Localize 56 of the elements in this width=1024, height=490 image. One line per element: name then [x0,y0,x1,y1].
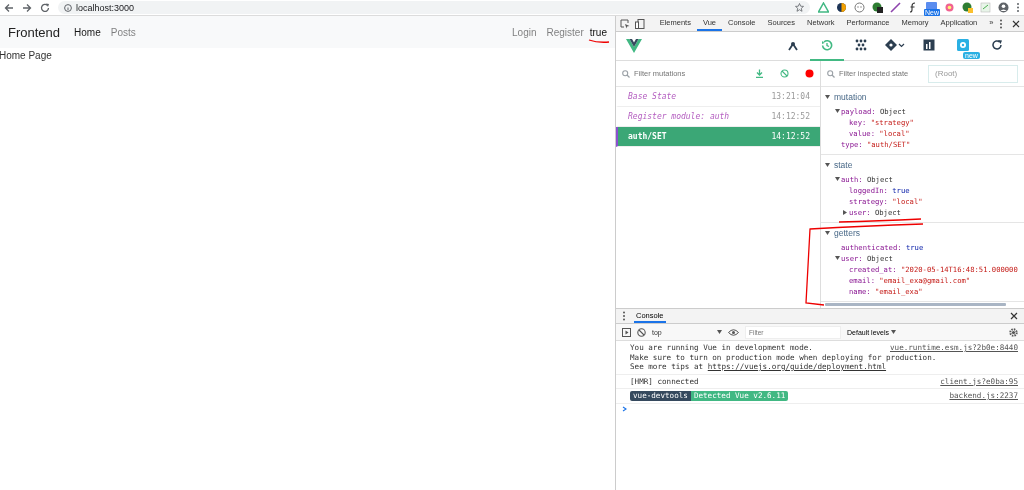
section-title[interactable]: getters [834,228,860,238]
chart-icon[interactable] [923,39,935,51]
address-bar[interactable]: localhost:3000 [58,1,810,14]
inspect-element-icon[interactable] [620,18,630,29]
settings-icon[interactable] [1009,327,1018,337]
more-menu-icon[interactable] [622,311,626,321]
diamond-dropdown-icon[interactable] [885,39,905,51]
expanded-triangle-icon[interactable] [834,256,840,261]
scrollbar[interactable] [825,303,1006,306]
avatar-icon[interactable] [998,2,1009,13]
nav-link[interactable]: Login [512,26,537,38]
more-menu-icon[interactable] [999,18,1004,29]
page-heading: Home Page [0,49,53,63]
dots-icon[interactable] [855,39,867,51]
section-title[interactable]: mutation [834,92,867,102]
expanded-triangle-icon[interactable] [825,230,830,236]
caret-icon [891,330,897,334]
prompt-icon [622,405,627,412]
close-icon[interactable] [1010,312,1018,320]
status-text: true [589,26,607,38]
search-icon [827,69,835,78]
face-extension-icon[interactable] [854,2,865,13]
clear-console-icon[interactable] [637,327,646,337]
reload-icon[interactable] [40,2,50,13]
forward-icon[interactable] [22,2,32,13]
collapsed-triangle-icon[interactable] [842,210,848,215]
globe-extension-icon[interactable] [962,2,973,13]
mutation-item[interactable]: Base State 13:21:04 [616,87,820,107]
tree-icon[interactable] [787,39,799,51]
device-toggle-icon[interactable] [635,18,646,29]
annotation-underline [588,38,610,44]
expanded-triangle-icon[interactable] [834,177,840,182]
section-title[interactable]: state [834,160,853,170]
expanded-triangle-icon[interactable] [834,109,840,114]
circle-extension-icon[interactable] [836,2,847,13]
search-icon [622,69,630,78]
star-icon[interactable] [795,3,804,12]
record-icon[interactable] [805,69,814,78]
expanded-triangle-icon[interactable] [825,162,830,168]
nav-link[interactable]: Register [546,26,584,38]
nav-link[interactable]: Home [74,26,101,38]
flower-extension-icon[interactable] [944,2,955,13]
info-icon [64,3,72,12]
sidebar-toggle-icon[interactable] [622,327,631,337]
caret-icon [717,330,722,334]
more-menu-icon[interactable] [1016,2,1020,13]
brand-title[interactable]: Frontend [8,24,61,40]
eye-icon[interactable] [728,328,739,336]
nav-link[interactable]: Posts [110,26,136,38]
url-text: localhost:3000 [76,2,135,13]
js-extension-icon[interactable] [872,2,883,13]
expanded-triangle-icon[interactable] [825,94,830,100]
close-icon[interactable] [1012,19,1020,28]
back-icon[interactable] [4,2,14,13]
refresh-icon[interactable] [991,39,1003,51]
vue-logo-icon [626,39,642,53]
